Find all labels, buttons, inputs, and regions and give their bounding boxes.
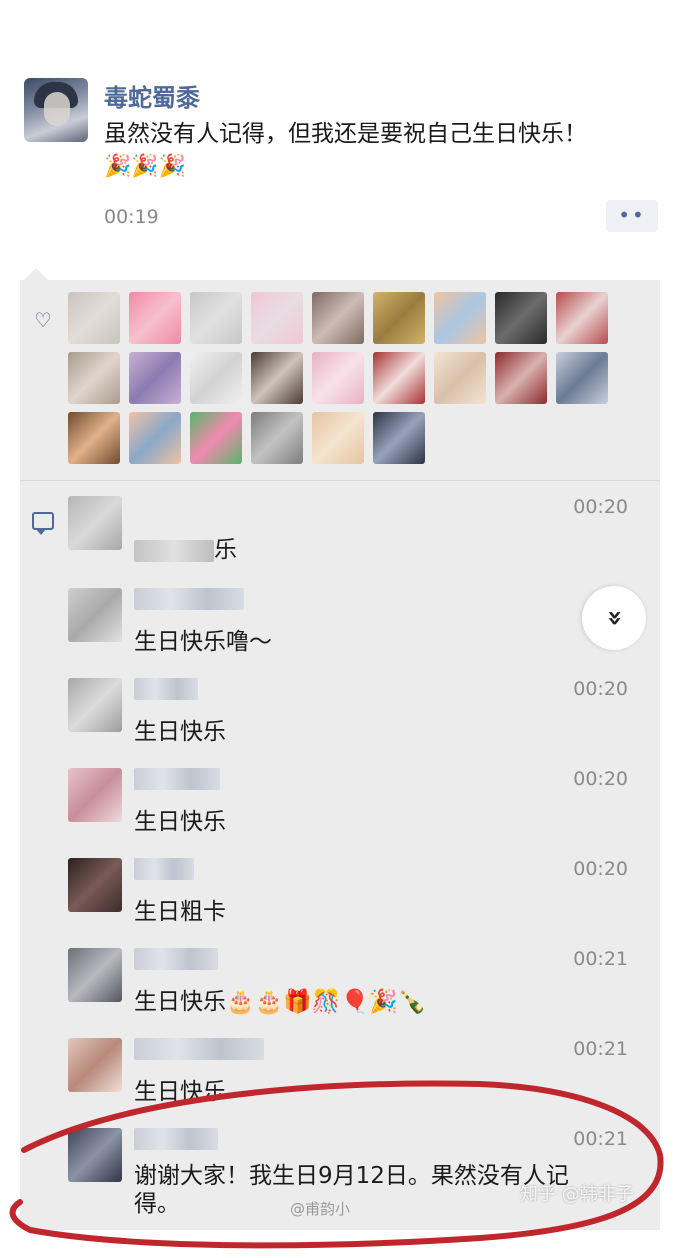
liker-avatar[interactable] bbox=[129, 352, 181, 404]
comment-text: 生日粗卡 bbox=[134, 899, 226, 925]
liker-avatar[interactable] bbox=[434, 352, 486, 404]
commenter-name[interactable] bbox=[134, 588, 244, 610]
commenter-name[interactable] bbox=[134, 768, 220, 790]
weibo-watermark: @甫韵小 bbox=[290, 1200, 351, 1218]
liker-avatar[interactable] bbox=[312, 352, 364, 404]
liker-avatar[interactable] bbox=[190, 292, 242, 344]
interaction-panel: ♡ 乐 00:20 生日快乐噜～ 生日快乐 00:20 生日快乐 00:20 生… bbox=[20, 280, 660, 1230]
comment-item[interactable]: 乐 00:20 bbox=[68, 490, 648, 580]
comment-item[interactable]: 生日快乐 00:21 bbox=[68, 1032, 648, 1122]
liker-avatar[interactable] bbox=[312, 292, 364, 344]
liker-avatar[interactable] bbox=[556, 352, 608, 404]
comment-item[interactable]: 谢谢大家！我生日9月12日。果然没有人记 得。 00:21 bbox=[68, 1122, 648, 1222]
liker-avatar[interactable] bbox=[190, 352, 242, 404]
comment-text: 生日快乐 bbox=[134, 719, 226, 745]
comment-text: 生日快乐 bbox=[134, 809, 226, 835]
comment-time: 00:21 bbox=[573, 1038, 628, 1060]
comment-time: 00:20 bbox=[573, 678, 628, 700]
liker-avatar[interactable] bbox=[556, 292, 608, 344]
liker-avatar[interactable] bbox=[251, 292, 303, 344]
blurred-text bbox=[134, 539, 214, 562]
commenter-avatar[interactable] bbox=[68, 1128, 122, 1182]
liker-avatar[interactable] bbox=[373, 412, 425, 464]
liker-avatar[interactable] bbox=[434, 292, 486, 344]
double-chevron-down-icon[interactable]: » bbox=[582, 586, 646, 650]
liker-avatar[interactable] bbox=[68, 352, 120, 404]
likes-divider bbox=[20, 480, 660, 481]
commenter-avatar[interactable] bbox=[68, 678, 122, 732]
liker-avatar[interactable] bbox=[373, 352, 425, 404]
commenter-avatar[interactable] bbox=[68, 858, 122, 912]
comment-time: 00:20 bbox=[573, 496, 628, 518]
commenter-avatar[interactable] bbox=[68, 768, 122, 822]
comment-text-line1: 谢谢大家！我生日9月12日。果然没有人记 bbox=[134, 1163, 569, 1189]
commenter-name[interactable] bbox=[134, 1038, 264, 1060]
liker-avatar[interactable] bbox=[495, 352, 547, 404]
liker-avatar[interactable] bbox=[68, 292, 120, 344]
party-popper-icon: 🎉🎉🎉 bbox=[104, 154, 187, 179]
moment-post: 毒蛇蜀黍 虽然没有人记得，但我还是要祝自己生日快乐！ 🎉🎉🎉 00:19 •• bbox=[0, 0, 681, 280]
comment-text: 谢谢大家！我生日9月12日。果然没有人记 得。 bbox=[134, 1162, 569, 1218]
more-actions-button[interactable]: •• bbox=[606, 200, 658, 232]
comment-item[interactable]: 生日快乐🎂🎂🎁🎊🎈🎉🍾 00:21 bbox=[68, 942, 648, 1032]
comment-item[interactable]: 生日快乐 00:20 bbox=[68, 762, 648, 852]
liker-avatar[interactable] bbox=[129, 292, 181, 344]
commenter-name[interactable] bbox=[134, 948, 218, 970]
comment-item[interactable]: 生日快乐 00:20 bbox=[68, 672, 648, 762]
comment-time: 00:20 bbox=[573, 858, 628, 880]
comment-time: 00:21 bbox=[573, 1128, 628, 1150]
post-text: 虽然没有人记得，但我还是要祝自己生日快乐！ 🎉🎉🎉 bbox=[104, 118, 664, 183]
heart-outline-icon: ♡ bbox=[34, 308, 52, 332]
comment-item[interactable]: 生日快乐噜～ bbox=[68, 582, 648, 672]
liker-avatar[interactable] bbox=[68, 412, 120, 464]
comment-item[interactable]: 生日粗卡 00:20 bbox=[68, 852, 648, 942]
post-time: 00:19 bbox=[104, 206, 159, 228]
post-text-body: 虽然没有人记得，但我还是要祝自己生日快乐！ bbox=[104, 121, 587, 147]
commenter-name[interactable] bbox=[134, 858, 194, 880]
commenter-avatar[interactable] bbox=[68, 588, 122, 642]
liker-avatar[interactable] bbox=[495, 292, 547, 344]
comment-text: 生日快乐🎂🎂🎁🎊🎈🎉🍾 bbox=[134, 989, 427, 1015]
liker-avatar[interactable] bbox=[129, 412, 181, 464]
author-name[interactable]: 毒蛇蜀黍 bbox=[104, 78, 200, 113]
panel-caret bbox=[24, 268, 48, 280]
comment-text: 乐 bbox=[134, 530, 237, 564]
liker-avatar[interactable] bbox=[190, 412, 242, 464]
liker-avatar[interactable] bbox=[373, 292, 425, 344]
author-avatar[interactable] bbox=[24, 78, 88, 142]
liker-avatar[interactable] bbox=[251, 412, 303, 464]
liker-avatar[interactable] bbox=[251, 352, 303, 404]
comment-text: 生日快乐噜～ bbox=[134, 629, 272, 655]
liker-avatar[interactable] bbox=[312, 412, 364, 464]
comment-text-visible: 乐 bbox=[214, 537, 237, 563]
commenter-avatar[interactable] bbox=[68, 948, 122, 1002]
commenter-name[interactable] bbox=[134, 1128, 218, 1150]
commenter-name[interactable] bbox=[134, 678, 198, 700]
comment-time: 00:21 bbox=[573, 948, 628, 970]
zhihu-watermark: 知乎 @韩非子 bbox=[520, 1184, 634, 1205]
comment-text-line2: 得。 bbox=[134, 1191, 180, 1217]
comment-time: 00:20 bbox=[573, 768, 628, 790]
avatar-face bbox=[44, 92, 70, 126]
commenter-avatar[interactable] bbox=[68, 1038, 122, 1092]
commenter-avatar[interactable] bbox=[68, 496, 122, 550]
comment-text: 生日快乐 bbox=[134, 1079, 226, 1105]
comment-bubble-icon bbox=[32, 512, 54, 535]
